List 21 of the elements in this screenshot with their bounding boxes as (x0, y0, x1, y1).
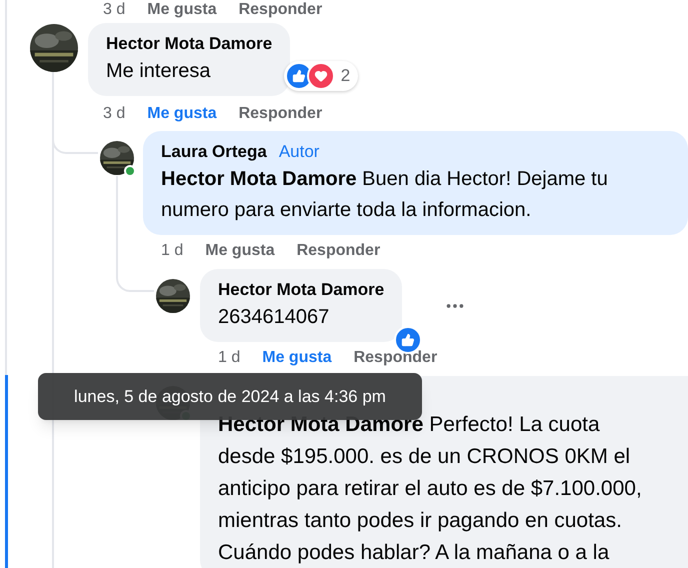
author-name[interactable]: Hector Mota Damore (106, 32, 272, 56)
author-label: Autor (278, 141, 320, 163)
reply-link[interactable]: Responder (238, 0, 322, 20)
like-link[interactable]: Me gusta (262, 348, 332, 368)
author-name[interactable]: Laura Ortega (161, 140, 267, 164)
timestamp-link[interactable]: 1 d (218, 348, 240, 368)
reply-link[interactable]: Responder (354, 348, 438, 368)
reactions-pill[interactable]: 2 (284, 61, 358, 91)
reply-link[interactable]: Responder (296, 241, 380, 261)
comment-text: Hector Mota Damore Buen dia Hector! Dejame tu numero para enviarte toda la informacion. (161, 167, 609, 223)
reply-link[interactable]: Responder (238, 104, 322, 124)
timestamp-link[interactable]: 3 d (103, 0, 126, 20)
like-link[interactable]: Me gusta (147, 0, 217, 20)
comment-text: 2634614067 (218, 305, 330, 330)
like-link[interactable]: Me gusta (147, 104, 217, 124)
author-name[interactable]: Hector Mota Damore (218, 278, 384, 302)
comment-text: Me interesa (106, 59, 212, 84)
reaction-count: 2 (340, 65, 350, 88)
timestamp-link[interactable]: 3 d (103, 104, 126, 124)
timestamp-link[interactable]: 1 d (161, 241, 184, 261)
like-link[interactable]: Me gusta (205, 241, 275, 261)
